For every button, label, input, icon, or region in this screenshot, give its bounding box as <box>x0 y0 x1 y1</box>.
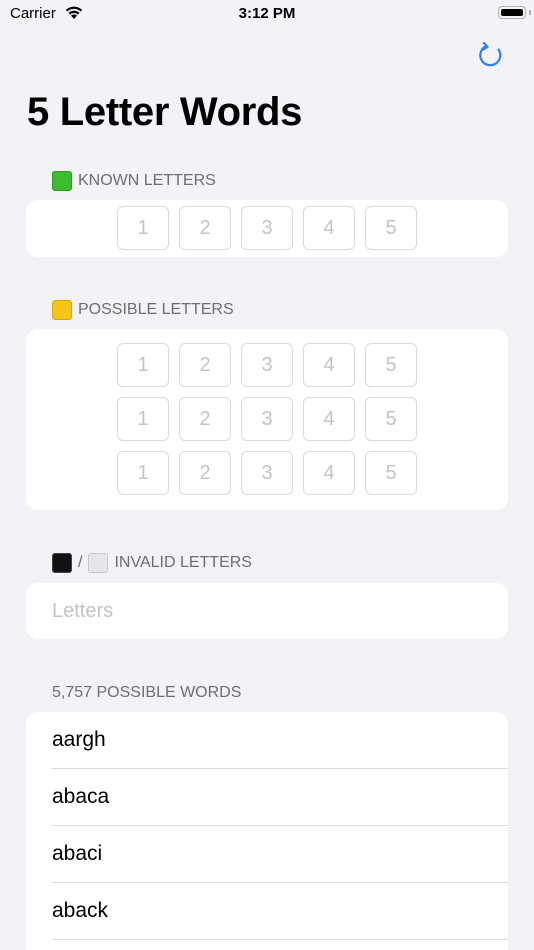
possible-letters-header: POSSIBLE LETTERS <box>52 300 234 320</box>
known-letters-label: KNOWN LETTERS <box>78 172 216 189</box>
white-square-icon <box>88 553 109 573</box>
known-letter-box-1[interactable]: 1 <box>117 206 169 250</box>
possible-letter-box[interactable]: 3 <box>241 451 293 495</box>
clock: 3:12 PM <box>238 5 296 22</box>
possible-letter-box[interactable]: 1 <box>117 451 169 495</box>
list-item[interactable]: aargh <box>52 712 508 768</box>
known-letters-header: KNOWN LETTERS <box>52 171 216 191</box>
possible-words-count-label: 5,757 POSSIBLE WORDS <box>52 684 242 701</box>
possible-letter-box[interactable]: 5 <box>365 451 417 495</box>
possible-letter-box[interactable]: 2 <box>179 451 231 495</box>
possible-letter-box[interactable]: 5 <box>365 397 417 441</box>
word-label: abaca <box>52 785 110 808</box>
possible-letters-label: POSSIBLE LETTERS <box>78 301 234 318</box>
list-item[interactable]: abaca <box>52 769 508 825</box>
word-label: abaci <box>52 842 103 865</box>
possible-letter-box[interactable]: 4 <box>303 343 355 387</box>
possible-letter-box[interactable]: 2 <box>179 397 231 441</box>
possible-letter-box[interactable]: 4 <box>303 397 355 441</box>
invalid-letters-card: Letters <box>26 583 508 639</box>
app-screen: Carrier 3:12 PM 5 Letter Words KNOWN LET… <box>0 0 534 950</box>
refresh-icon[interactable] <box>476 40 506 70</box>
possible-letter-box[interactable]: 4 <box>303 451 355 495</box>
invalid-letters-label: INVALID LETTERS <box>114 554 252 571</box>
yellow-square-icon <box>52 300 72 320</box>
battery-tip <box>529 10 531 15</box>
possible-letters-row-3: 1 2 3 4 5 <box>117 451 417 495</box>
possible-letter-box[interactable]: 1 <box>117 397 169 441</box>
status-bar: Carrier 3:12 PM <box>0 0 534 30</box>
known-letter-box-4[interactable]: 4 <box>303 206 355 250</box>
divider <box>52 939 508 940</box>
possible-letter-box[interactable]: 3 <box>241 397 293 441</box>
possible-letters-card: 1 2 3 4 5 1 2 3 4 5 1 2 3 4 5 <box>26 329 508 510</box>
possible-letter-box[interactable]: 3 <box>241 343 293 387</box>
word-label: aargh <box>52 728 106 751</box>
possible-words-header: 5,757 POSSIBLE WORDS <box>52 684 241 702</box>
invalid-letters-header: / INVALID LETTERS <box>52 553 252 573</box>
list-item[interactable]: aback <box>52 883 508 939</box>
green-square-icon <box>52 171 72 191</box>
battery-icon <box>498 6 526 19</box>
possible-letter-box[interactable]: 1 <box>117 343 169 387</box>
possible-letters-row-1: 1 2 3 4 5 <box>117 343 417 387</box>
black-square-icon <box>52 553 72 573</box>
invalid-letters-input[interactable]: Letters <box>52 583 482 639</box>
list-item[interactable]: abaci <box>52 826 508 882</box>
known-letter-box-2[interactable]: 2 <box>179 206 231 250</box>
word-list: aargh abaca abaci aback <box>26 712 508 950</box>
possible-letters-row-2: 1 2 3 4 5 <box>117 397 417 441</box>
known-letters-row: 1 2 3 4 5 <box>117 206 417 250</box>
page-title: 5 Letter Words <box>27 90 303 134</box>
known-letters-card: 1 2 3 4 5 <box>26 200 508 257</box>
possible-letter-box[interactable]: 2 <box>179 343 231 387</box>
possible-letter-box[interactable]: 5 <box>365 343 417 387</box>
word-label: aback <box>52 899 109 922</box>
known-letter-box-5[interactable]: 5 <box>365 206 417 250</box>
known-letter-box-3[interactable]: 3 <box>241 206 293 250</box>
swatch-separator: / <box>78 554 83 571</box>
